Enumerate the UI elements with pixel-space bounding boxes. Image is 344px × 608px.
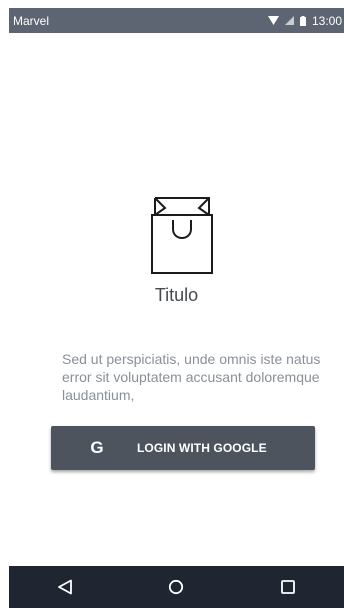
back-button[interactable] — [35, 566, 95, 608]
google-icon: G — [90, 438, 104, 457]
status-icons: 13:00 — [267, 13, 342, 28]
status-bar: Marvel 13:00 — [9, 8, 344, 33]
login-with-google-button[interactable]: G LOGIN WITH GOOGLE — [51, 426, 315, 470]
battery-icon — [299, 15, 306, 26]
recents-button[interactable] — [258, 566, 318, 608]
home-icon — [169, 579, 184, 595]
navigation-bar — [9, 566, 344, 608]
wifi-icon — [267, 16, 279, 25]
carrier-label: Marvel — [13, 13, 50, 28]
phone-screen: Marvel 13:00 Titulo Sed ut perspiciatis,… — [0, 0, 344, 608]
frame-left — [0, 0, 9, 608]
shopping-bag-icon — [151, 197, 213, 274]
clock: 13:00 — [311, 13, 342, 28]
signal-icon — [284, 16, 294, 25]
back-icon — [57, 579, 72, 595]
recents-icon — [281, 580, 296, 594]
login-button-label: LOGIN WITH GOOGLE — [137, 441, 267, 455]
description-text: Sed ut perspiciatis, unde omnis iste nat… — [62, 351, 321, 403]
home-button[interactable] — [146, 566, 206, 608]
page-title: Titulo — [154, 285, 199, 305]
